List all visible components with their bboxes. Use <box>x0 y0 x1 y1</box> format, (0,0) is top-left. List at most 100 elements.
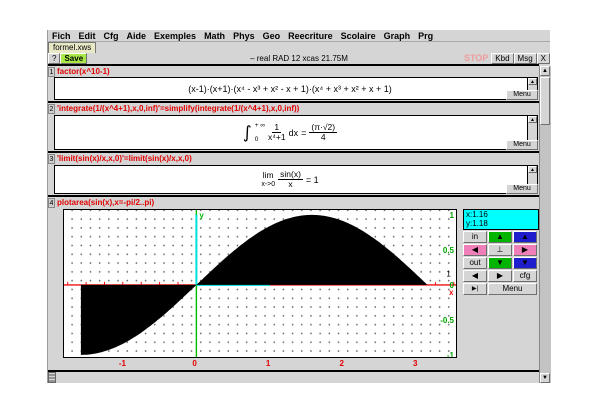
plot-canvas[interactable]: yx10.50-0.5-11 <box>63 209 457 358</box>
up-arrow-icon: ▲ <box>496 232 504 241</box>
menu-phys[interactable]: Phys <box>229 31 259 41</box>
svg-text:1: 1 <box>446 270 451 279</box>
menu-aide[interactable]: Aide <box>123 31 151 41</box>
xcas-window: Fich Edit Cfg Aide Exemples Math Phys Ge… <box>47 30 550 383</box>
left-arrow-icon: ◀ <box>472 245 478 254</box>
step-right-button[interactable]: ▶ <box>488 270 512 282</box>
entry-1-command-input[interactable]: factor(x^10-1) <box>57 67 110 76</box>
svg-text:y: y <box>199 211 204 220</box>
entry-3-number[interactable]: 3 <box>48 154 55 164</box>
cursor-y: y:1.18 <box>466 219 538 228</box>
integrand-denominator: x⁴+1 <box>268 133 286 142</box>
entry-1-answer-box: (x-1)·(x+1)·(x⁴ - x³ + x² - x + 1)·(x⁴ +… <box>54 77 538 100</box>
entry-2-menu-button[interactable]: Menu <box>506 140 538 150</box>
menu-scolaire[interactable]: Scolaire <box>337 31 380 41</box>
differential: dx <box>289 128 299 138</box>
menu-math[interactable]: Math <box>200 31 229 41</box>
svg-text:0: 0 <box>450 281 455 290</box>
session-toolbar: – real RAD 12 xcas 21.75M ? Save STOP Kb… <box>48 52 550 64</box>
svg-text:0.5: 0.5 <box>443 246 455 255</box>
menu-fich[interactable]: Fich <box>48 31 75 41</box>
menu-exemples[interactable]: Exemples <box>150 31 200 41</box>
entry-2-answer: ∫ + ∞ 0 1 x⁴+1 dx = (π·√2) 4 <box>55 116 537 149</box>
msg-button[interactable]: Msg <box>514 53 537 64</box>
x-tick-label: -1 <box>119 359 126 368</box>
entry-1-input-row: 1 factor(x^10-1) <box>48 66 538 77</box>
step-left-button[interactable]: ◀ <box>463 270 487 282</box>
entry-4-input-row: 4 plotarea(sin(x),x=-pi/2..pi) <box>48 197 538 208</box>
entry-3-input-row: 3 'limit(sin(x)/x,x,0)'=limit(sin(x)/x,x… <box>48 153 538 164</box>
help-button[interactable]: ? <box>48 53 60 64</box>
right-arrow-icon: ▶ <box>497 271 503 280</box>
scrollbar-up-icon[interactable]: ▲ <box>540 66 550 76</box>
scroll-up-icon[interactable]: ▲ <box>528 116 537 123</box>
limit-result: = 1 <box>306 175 319 185</box>
entry-2-input-row: 2 'integrate(1/(x^4+1),x,0,inf)'=simplif… <box>48 103 538 114</box>
cursor-coordinates: x:1.16 y:1.18 <box>463 209 539 230</box>
menu-cfg[interactable]: Cfg <box>100 31 123 41</box>
integral-lower-bound: 0 <box>255 136 265 143</box>
integral-icon: ∫ <box>243 124 252 142</box>
x-tick-label: 2 <box>339 359 343 368</box>
step-forward-icon: ▶| <box>472 286 478 292</box>
menu-prg[interactable]: Prg <box>414 31 437 41</box>
down-arrow-icon: ▼ <box>521 258 529 267</box>
entry-3-answer-box: lim x->0 sin(x) x = 1 ▲ ▼ <box>54 165 538 194</box>
scroll-up-icon[interactable]: ▲ <box>528 166 537 173</box>
entry-3-menu-button[interactable]: Menu <box>506 184 538 194</box>
entry-3-answer: lim x->0 sin(x) x = 1 <box>55 166 537 193</box>
pan-right-button[interactable]: ▶ <box>513 244 537 256</box>
menu-graph[interactable]: Graph <box>380 31 415 41</box>
entry-4-number[interactable]: 4 <box>48 198 55 208</box>
up-arrow-icon: ▲ <box>521 232 529 241</box>
session-scrollbar[interactable]: ▲ ▼ <box>539 66 551 383</box>
x-tick-label: 3 <box>413 359 417 368</box>
pan-left-button[interactable]: ◀ <box>463 244 487 256</box>
left-arrow-icon: ◀ <box>472 271 478 280</box>
entry-2-number[interactable]: 2 <box>48 104 55 114</box>
right-arrow-icon: ▶ <box>522 245 528 254</box>
pan-up-button[interactable]: ▲ <box>488 231 512 243</box>
graph-menu-button[interactable]: Menu <box>488 283 537 295</box>
step-forward-button[interactable]: ▶| <box>463 283 487 295</box>
menu-edit[interactable]: Edit <box>75 31 100 41</box>
sine-area-plot: yx10.50-0.5-11 <box>64 210 456 357</box>
zoom-in-button[interactable]: in <box>463 231 487 243</box>
x-tick-label: 0 <box>192 359 196 368</box>
limit-denominator: x <box>288 180 292 189</box>
svg-text:-0.5: -0.5 <box>440 316 454 325</box>
zoom-out-button[interactable]: out <box>463 257 487 269</box>
y-zoom-up-button[interactable]: ▲ <box>513 231 537 243</box>
entry-2-command-input[interactable]: 'integrate(1/(x^4+1),x,0,inf)'=simplify(… <box>57 104 299 113</box>
center-origin-button[interactable]: ⊥ <box>488 244 512 256</box>
limit-word: lim <box>263 171 274 180</box>
y-zoom-down-button[interactable]: ▼ <box>513 257 537 269</box>
entry-1-number[interactable]: 1 <box>48 67 55 77</box>
stop-button[interactable]: STOP <box>461 53 491 63</box>
scroll-up-icon[interactable]: ▲ <box>528 78 537 85</box>
down-arrow-icon: ▼ <box>496 258 504 267</box>
menu-reecriture[interactable]: Reecriture <box>284 31 337 41</box>
menu-geo[interactable]: Geo <box>259 31 285 41</box>
origin-axes-icon: ⊥ <box>497 245 504 254</box>
cfg-button[interactable]: cfg <box>513 270 537 282</box>
pan-down-button[interactable]: ▼ <box>488 257 512 269</box>
entry-1-answer: (x-1)·(x+1)·(x⁴ - x³ + x² - x + 1)·(x⁴ +… <box>55 78 537 99</box>
resize-grip[interactable] <box>48 372 56 383</box>
kbd-button[interactable]: Kbd <box>491 53 513 64</box>
entry-1-menu-button[interactable]: Menu <box>506 90 538 100</box>
graph-control-panel: x:1.16 y:1.18 in ▲ ▲ ◀ ⊥ ▶ out ▼ ▼ ◀ ▶ c… <box>463 209 539 295</box>
save-button[interactable]: Save <box>60 53 87 64</box>
x-tick-label: 1 <box>266 359 270 368</box>
scrollbar-down-icon[interactable]: ▼ <box>540 373 550 383</box>
integral-upper-bound: + ∞ <box>255 122 265 129</box>
close-button[interactable]: X <box>537 53 550 64</box>
menu-bar: Fich Edit Cfg Aide Exemples Math Phys Ge… <box>48 30 550 41</box>
svg-text:1: 1 <box>450 211 455 220</box>
limit-subscript: x->0 <box>261 180 275 189</box>
result-denominator: 4 <box>321 133 326 142</box>
entry-3-command-input[interactable]: 'limit(sin(x)/x,x,0)'=limit(sin(x)/x,x,0… <box>57 154 192 163</box>
entry-4-command-input[interactable]: plotarea(sin(x),x=-pi/2..pi) <box>57 198 154 207</box>
svg-text:-1: -1 <box>447 351 455 357</box>
scrollbar-thumb[interactable] <box>540 77 550 125</box>
